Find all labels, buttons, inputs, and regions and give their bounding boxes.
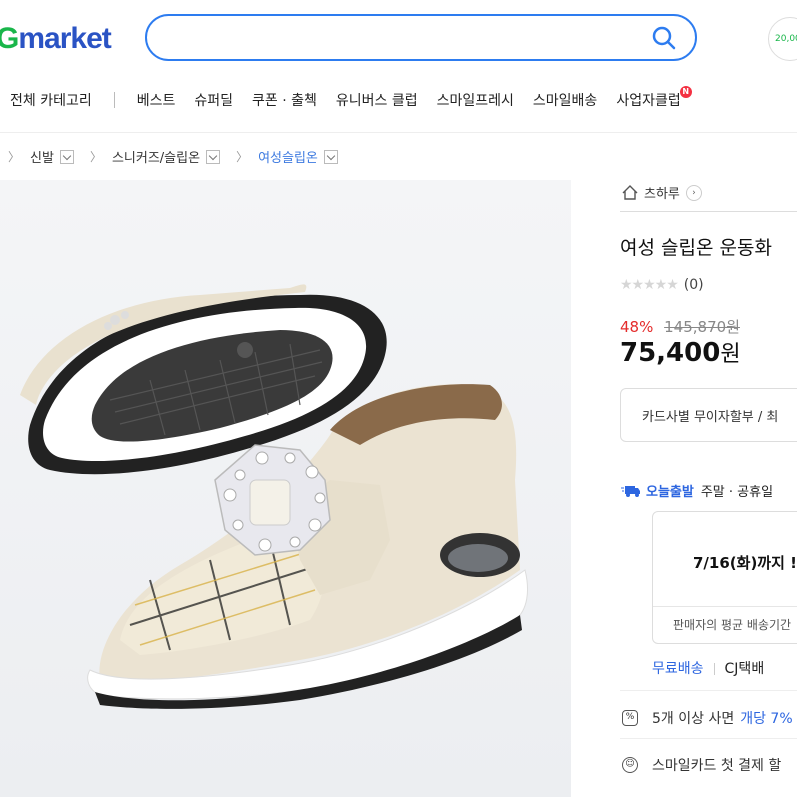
nav-divider [113,92,115,108]
product-title: 여성 슬립온 운동화 [620,237,772,259]
discount-percent: 48% [620,318,654,336]
truck-icon [621,485,640,497]
arrival-date: 7/16(화)까지 ! [693,554,797,572]
price-unit: 원 [720,342,741,367]
card-installment-info[interactable]: 카드사별 무이자할부 / 최 [620,388,797,442]
percent-icon: % [622,710,638,726]
sale-price: 75,400원 [620,336,741,368]
today-ship-badge: 오늘출발 [646,485,694,500]
breadcrumb: 〉 신발 〉 스니커즈/슬립온 〉 여성슬립온 [8,147,354,166]
logo-text: market [18,22,111,55]
header-divider [0,132,797,133]
nav-item-best[interactable]: 베스트 [137,90,176,110]
chevron-right-icon: 〉 [89,150,102,164]
home-icon [622,185,638,200]
breadcrumb-item-shoes[interactable]: 신발 [30,147,54,166]
shipping-row: 오늘출발 주말 · 공휴일 [621,481,773,500]
search-icon[interactable] [651,25,677,51]
nav-item-coupon[interactable]: 쿠폰 · 출첵 [252,90,317,110]
nav-item-superdeal[interactable]: 슈퍼딜 [194,90,233,110]
rating[interactable]: ★★★★★ (0) [620,277,704,293]
promo-badge[interactable]: 20,00 [768,17,797,61]
shoe-illustration [0,180,571,797]
star-rating-icon: ★★★★★ [620,277,679,293]
smile-card-text: 스마일카드 첫 결제 할 [652,758,782,774]
shipping-date-box: 7/16(화)까지 ! 판매자의 평균 배송기간 [652,511,797,644]
bulk-discount-text: 5개 이상 사면 [652,711,735,727]
chevron-right-icon: › [685,184,702,201]
search-input[interactable] [171,16,651,59]
section-divider [620,738,797,739]
smile-card-benefit[interactable]: ☺ 스마일카드 첫 결제 할 [622,755,781,775]
bulk-discount-benefit[interactable]: % 5개 이상 사면 개당 7% [622,708,793,728]
chevron-down-icon[interactable] [59,149,74,164]
breadcrumb-item-womens-slipon[interactable]: 여성슬립온 [258,147,318,166]
review-count: (0) [683,277,704,293]
shipbox-divider [653,606,797,607]
nav-item-smile-fresh[interactable]: 스마일프레시 [437,90,514,110]
delivery-divider [713,663,715,675]
chevron-down-icon[interactable] [323,149,338,164]
price-value: 75,400 [620,338,721,368]
gmarket-logo[interactable]: Gmarket [0,22,112,56]
store-divider [620,211,797,212]
category-nav: 전체 카테고리 베스트 슈퍼딜 쿠폰 · 출첵 유니버스 클럽 스마일프레시 스… [10,86,700,112]
section-divider [620,690,797,691]
nav-item-smile-delivery[interactable]: 스마일배송 [533,90,597,110]
smile-card-icon: ☺ [622,757,638,773]
logo-mark: G [0,22,19,55]
delivery-info: 무료배송 CJ택배 [652,658,764,678]
breadcrumb-item-sneakers[interactable]: 스니커즈/슬립온 [112,147,200,166]
discount-row: 48% 145,870원 [620,316,740,337]
chevron-right-icon: 〉 [8,150,21,164]
chevron-down-icon[interactable] [206,149,221,164]
free-shipping-label: 무료배송 [652,661,704,677]
store-name: 츠하루 [644,187,680,202]
bulk-discount-rate: 개당 7% [740,711,793,727]
original-price: 145,870원 [664,318,740,336]
store-link[interactable]: 츠하루 › [622,183,702,202]
all-categories-button[interactable]: 전체 카테고리 [10,90,92,110]
avg-shipping-note[interactable]: 판매자의 평균 배송기간 [673,616,791,633]
new-badge: N [679,86,692,98]
product-image[interactable] [0,180,571,797]
search-bar[interactable] [145,14,697,61]
nav-item-business-club[interactable]: 사업자클럽 N [616,86,692,110]
carrier-name: CJ택배 [724,661,765,677]
ship-description: 주말 · 공휴일 [700,485,774,500]
chevron-right-icon: 〉 [236,150,249,164]
nav-item-business-club-label: 사업자클럽 [616,93,681,109]
nav-item-universe-club[interactable]: 유니버스 클럽 [336,90,418,110]
